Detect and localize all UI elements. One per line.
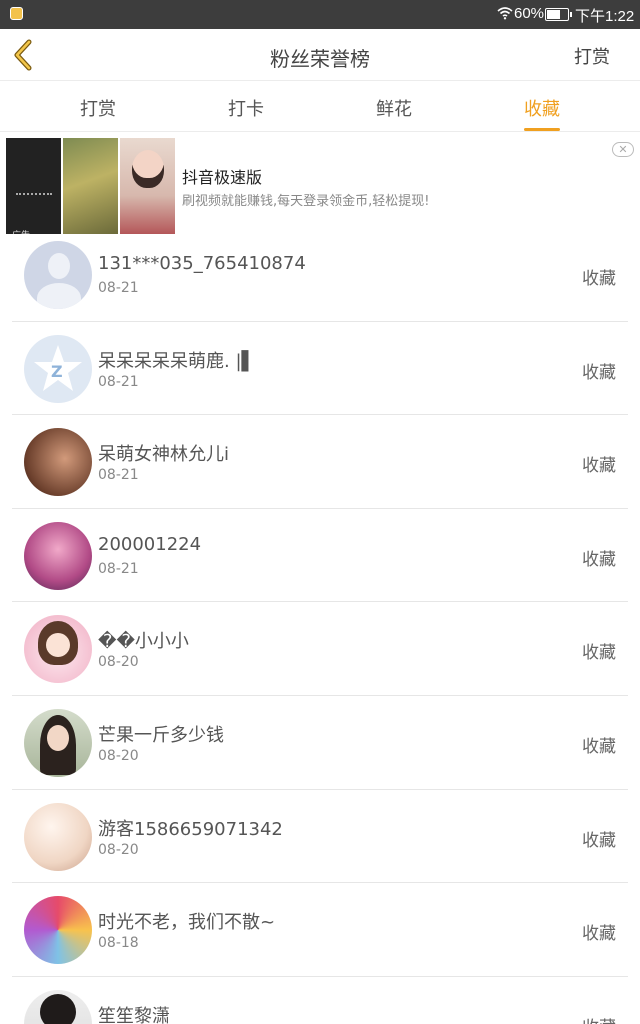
battery-percent: 60% [514,5,545,22]
item-date: 08-20 [98,654,139,671]
wifi-icon [497,7,513,20]
action-label: 收藏 [582,924,616,945]
item-date: 08-20 [98,841,139,858]
list-item[interactable]: 呆萌女神林允儿i 08-21 收藏 [0,415,640,509]
user-name: ��小小小 [98,631,189,653]
item-date: 08-18 [98,935,139,952]
action-label: 收藏 [582,830,616,851]
close-icon[interactable]: ✕ [612,142,634,157]
user-name: 200001224 [98,533,202,555]
app-notification-icon [10,7,23,20]
tab-checkin[interactable]: 打卡 [228,95,264,121]
clock: 下午1:22 [575,8,635,25]
user-name: 呆萌女神林允儿i [98,444,230,466]
page-title: 粉丝荣誉榜 [270,47,370,71]
list-item[interactable]: 芒果一斤多少钱 08-20 收藏 [0,696,640,790]
top-nav-bar: 粉丝荣誉榜 打赏 [0,29,640,81]
avatar [24,615,92,684]
tab-bar: 打赏 打卡 鲜花 收藏 [0,82,640,132]
svg-text:Z: Z [51,362,63,381]
avatar [24,241,92,309]
avatar [24,708,92,777]
list-item[interactable]: 笙笙黎潇 收藏 [0,977,640,1024]
list-item[interactable]: 时光不老，我们不散~ 08-18 收藏 [0,883,640,977]
action-label: 收藏 [582,456,616,477]
user-name: 芒果一斤多少钱 [98,724,224,746]
item-date: 08-20 [98,747,139,764]
ad-banner[interactable]: 广告 抖音极速版 刷视频就能赚钱,每天登录领金币,轻松提现! ✕ [0,133,640,235]
ad-title: 抖音极速版 [182,168,263,187]
avatar [24,989,92,1024]
list-item[interactable]: 游客1586659071342 08-20 收藏 [0,790,640,884]
star-icon: Z [34,344,82,391]
list-item[interactable]: ��小小小 08-20 收藏 [0,602,640,696]
user-name: 游客1586659071342 [98,818,283,840]
avatar: Z [24,334,92,403]
ad-thumbnail-3 [120,138,175,234]
list-item[interactable]: Z 呆呆呆呆呆萌鹿. |▌ 08-21 收藏 [0,322,640,416]
ad-thumbnail-2 [63,138,118,234]
battery-icon [545,8,572,21]
tab-flowers[interactable]: 鲜花 [376,95,412,121]
avatar [24,896,92,965]
list-item[interactable]: 131***035_765410874 08-21 收藏 [0,228,640,322]
tab-reward[interactable]: 打赏 [80,95,116,121]
action-label: 收藏 [582,269,616,289]
ad-thumbnail-1: 广告 [6,138,61,234]
avatar [24,521,92,590]
action-label: 收藏 [582,1013,616,1024]
item-date: 08-21 [98,560,139,577]
action-label: 收藏 [582,736,616,757]
user-name: 呆呆呆呆呆萌鹿. |▌ [98,350,256,372]
item-date: 08-21 [98,467,139,484]
tab-favorites[interactable]: 收藏 [524,95,560,131]
item-date: 08-21 [98,373,139,390]
user-name: 131***035_765410874 [98,253,306,274]
item-date: 08-21 [98,280,139,296]
status-bar: 60% 下午1:22 [0,0,640,29]
avatar [24,428,92,497]
user-name: 时光不老，我们不散~ [98,912,276,934]
avatar [24,802,92,871]
action-label: 收藏 [582,549,616,570]
fan-list: 131***035_765410874 08-21 收藏 Z 呆呆呆呆呆萌鹿. … [0,228,640,1024]
action-label: 收藏 [582,643,616,664]
user-name: 笙笙黎潇 [98,1005,170,1024]
reward-button[interactable]: 打赏 [574,43,610,69]
action-label: 收藏 [582,362,616,383]
list-item[interactable]: 200001224 08-21 收藏 [0,509,640,603]
ad-description: 刷视频就能赚钱,每天登录领金币,轻松提现! [182,194,430,209]
